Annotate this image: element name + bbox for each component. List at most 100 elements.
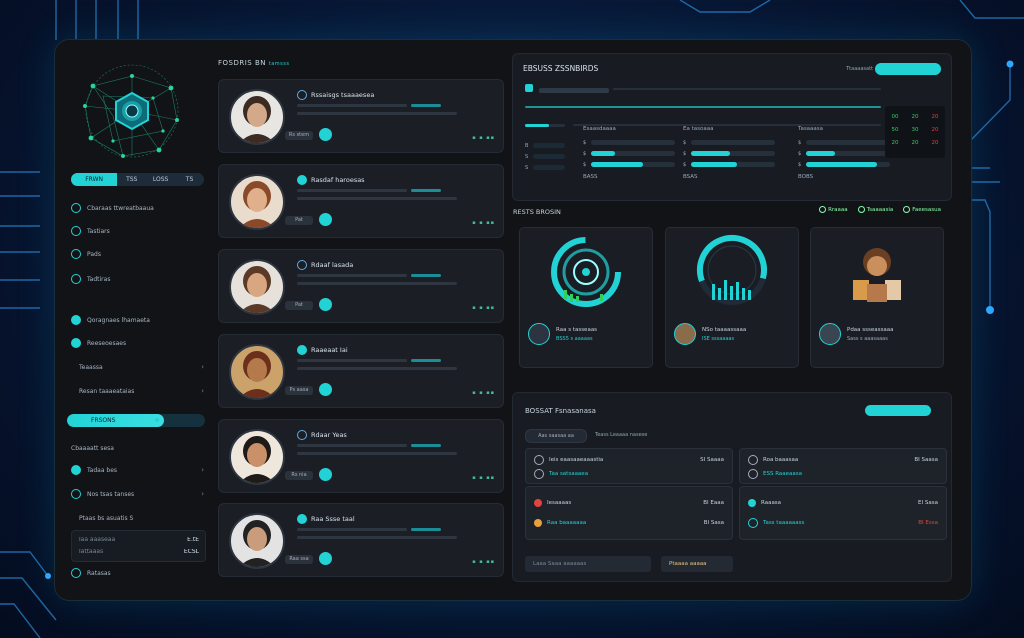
user-icon bbox=[71, 489, 81, 499]
person-action-button[interactable]: Rs stem bbox=[285, 131, 313, 140]
avatar bbox=[229, 259, 285, 315]
person-toggle[interactable] bbox=[319, 383, 332, 396]
sidebar-item-10[interactable]: Nos tsas tanses › bbox=[71, 487, 204, 501]
person-card[interactable]: Rdaar Yeas Rs nia ▪ ▪ ▪▪ bbox=[218, 419, 504, 493]
table-cell: 50 bbox=[891, 126, 899, 133]
view-toggle-option-1[interactable]: FRWN bbox=[71, 173, 118, 186]
visual-card-sub: ISE sssaaaas bbox=[702, 335, 735, 342]
person-toggle[interactable] bbox=[319, 468, 332, 481]
status-icon bbox=[297, 430, 307, 440]
sidebar-item-1[interactable]: Cbaraas ttwreatbaaua bbox=[71, 201, 204, 215]
person-action-button[interactable]: Pat bbox=[285, 301, 313, 310]
visuals-tag[interactable]: Tsaaaasia bbox=[857, 206, 893, 213]
metric-keys: B S S bbox=[525, 140, 565, 173]
view-toggle-option-4[interactable]: TS bbox=[175, 173, 204, 186]
person-toggle[interactable] bbox=[319, 128, 332, 141]
metrics-action-button[interactable] bbox=[875, 63, 941, 75]
bar-key: $ bbox=[798, 150, 802, 157]
person-action-button[interactable]: Rs nia bbox=[285, 471, 313, 480]
view-toggle-option-3[interactable]: LOSS bbox=[146, 173, 175, 186]
person-detail-line bbox=[297, 189, 407, 192]
sidebar-item-4[interactable]: Tadtiras bbox=[71, 272, 204, 286]
person-detail-line bbox=[297, 359, 407, 362]
sidebar-item-label: Nos tsas tanses bbox=[87, 490, 135, 498]
view-toggle[interactable]: FRWN TSS LOSS TS bbox=[71, 173, 204, 186]
globe-icon bbox=[528, 323, 550, 345]
person-card[interactable]: Raa Ssse taal Raa ssa ▪ ▪ ▪▪ bbox=[218, 503, 504, 577]
table-cell: 20 bbox=[931, 139, 939, 146]
link-icon bbox=[748, 469, 758, 479]
bottom-chip-left[interactable]: Laaa Saaa aaaaaas bbox=[525, 556, 651, 572]
sidebar-item-5[interactable]: Qoragnaes lhamaeta bbox=[71, 313, 204, 327]
person-name-row: Raa Ssse taal bbox=[297, 514, 355, 524]
list-item[interactable]: Iesaaaas BI Eaaa bbox=[534, 497, 724, 509]
list-item[interactable]: Raaasa EI Sasa bbox=[748, 497, 938, 509]
visual-card-1[interactable]: Raa s tasseaas BSS5 s aaaaas bbox=[519, 227, 653, 368]
person-card[interactable]: Rasdaf haroesas Pat ▪ ▪ ▪▪ bbox=[218, 164, 504, 238]
sidebar-footer-item[interactable]: Ratasas bbox=[71, 566, 204, 580]
ring-chart-visual bbox=[697, 235, 767, 305]
stat-label: Tattaaas bbox=[78, 549, 104, 555]
visual-card-sub: BSS5 s aaaaas bbox=[556, 335, 593, 342]
sidebar-item-7[interactable]: Teaassa › bbox=[71, 360, 204, 374]
metrics-panel: EBSUSS ZSSNBIRDS Ttaaaasatt B S S Esaasd… bbox=[512, 53, 952, 201]
list-item[interactable]: Taa satsaaaea bbox=[534, 468, 724, 480]
metric-bar-track bbox=[591, 162, 675, 167]
table-row: 00 20 20 bbox=[885, 110, 945, 123]
view-toggle-option-2[interactable]: TSS bbox=[117, 173, 146, 186]
person-toggle[interactable] bbox=[319, 552, 332, 565]
visual-card-3[interactable]: Pdaa ssseassaaa Sass s aaasaaas bbox=[810, 227, 944, 368]
metric-key: S bbox=[525, 153, 529, 160]
sidebar-item-2[interactable]: Tastiars bbox=[71, 224, 204, 238]
sidebar-progress[interactable]: FRSONS bbox=[67, 414, 205, 427]
sidebar-item-label: Tastiars bbox=[87, 227, 110, 235]
list-item[interactable]: ESS Raaeaasa bbox=[748, 468, 938, 480]
visual-card-2[interactable]: NSo taaaassaaa ISE sssaaaas bbox=[665, 227, 799, 368]
person-card[interactable]: Rdaaf lasada Pat ▪ ▪ ▪▪ bbox=[218, 249, 504, 323]
list-item-value: BI Sasa bbox=[703, 520, 724, 526]
bottom-action-button[interactable] bbox=[865, 405, 931, 416]
table-cell: 20 bbox=[911, 113, 919, 120]
list-item-label: Raaasa bbox=[761, 500, 782, 506]
person-card[interactable]: Rssaisgs tsaaaesea Rs stem ▪ ▪ ▪▪ bbox=[218, 79, 504, 153]
table-cell: 20 bbox=[931, 126, 939, 133]
metric-column: Esaasdaaaa $ $ $ BASS bbox=[583, 126, 675, 180]
metric-bar-row: $ bbox=[683, 159, 775, 170]
visuals-tag[interactable]: Rraaaa bbox=[819, 206, 848, 213]
person-toggle[interactable] bbox=[319, 213, 332, 226]
metrics-track-fill bbox=[525, 106, 881, 108]
metric-bar-row: $ bbox=[583, 159, 675, 170]
sidebar-item-8[interactable]: Resan taaaeataias › bbox=[71, 384, 204, 398]
list-item[interactable]: Raa baaaaaaa BI Sasa bbox=[534, 517, 724, 529]
stat-value: ECSL bbox=[183, 549, 199, 555]
metrics-track-2 bbox=[613, 88, 881, 90]
list-item[interactable]: Ieis eaasaaeaaastia SI Saaaa bbox=[534, 454, 724, 466]
person-action-button[interactable]: Pat bbox=[285, 216, 313, 225]
bar-key: $ bbox=[683, 139, 687, 146]
people-title-text: FOSDRIS BN bbox=[218, 59, 267, 67]
list-item-value: EI Sasa bbox=[918, 500, 938, 506]
sidebar-item-3[interactable]: Pads bbox=[71, 247, 204, 261]
people-title-suffix: tamsss bbox=[268, 61, 290, 67]
sidebar-item-11[interactable]: Ptaas bs asuatis S bbox=[71, 511, 204, 525]
list-item[interactable]: Roa baaasaa BI Saasa bbox=[748, 454, 938, 466]
visual-card-footer: Raa s tasseaas BSS5 s aaaaas bbox=[528, 323, 597, 345]
sidebar-item-6[interactable]: Reeseoesaes bbox=[71, 336, 204, 350]
metric-col-head: Tasaaasa bbox=[798, 126, 824, 132]
filter-chip[interactable]: Aas saasaa aa bbox=[525, 429, 587, 443]
status-icon bbox=[297, 514, 307, 524]
person-action-button[interactable]: Raa ssa bbox=[285, 555, 313, 564]
visuals-tag[interactable]: Faeesasua bbox=[903, 206, 941, 213]
person-name-row: Rssaisgs tsaaaesea bbox=[297, 90, 374, 100]
stat-value: E.tE bbox=[187, 537, 199, 543]
chevron-right-icon: › bbox=[201, 490, 204, 498]
status-icon bbox=[297, 260, 307, 270]
person-card[interactable]: Raaeaat Iai Ps aasa ▪ ▪ ▪▪ bbox=[218, 334, 504, 408]
person-toggle[interactable] bbox=[319, 298, 332, 311]
bottom-chip-right[interactable]: Ptaaaa aaaaa bbox=[661, 556, 733, 572]
table-cell: 00 bbox=[891, 113, 899, 120]
list-item[interactable]: Tass taaaaaass BI Essa bbox=[748, 517, 938, 529]
sidebar-item-9[interactable]: Tadaa bes › bbox=[71, 463, 204, 477]
person-action-button[interactable]: Ps aasa bbox=[285, 386, 313, 395]
person-name: Rdaar Yeas bbox=[311, 431, 347, 439]
